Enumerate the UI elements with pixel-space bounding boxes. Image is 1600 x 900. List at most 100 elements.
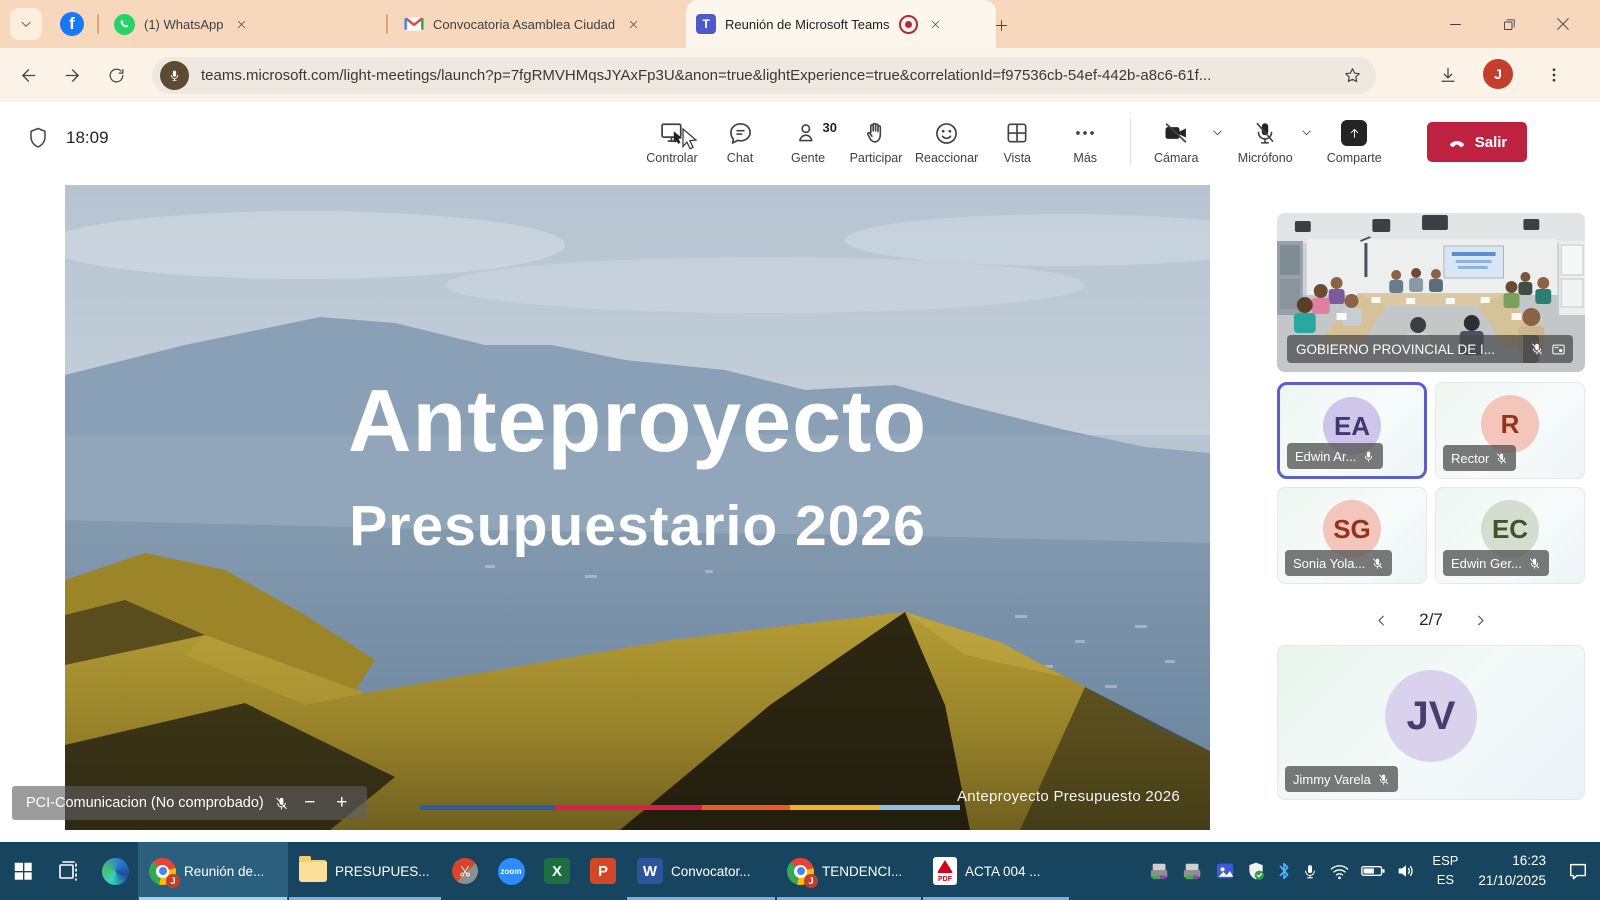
task-view-button[interactable] [46,842,92,900]
snipping-tool-icon[interactable] [442,842,488,900]
whatsapp-icon [114,14,135,35]
video-settings-icon [1551,342,1566,357]
gente-button[interactable]: 30 Gente [779,110,837,165]
avatar: JV [1385,670,1477,762]
meeting-elapsed-time: 18:09 [66,128,109,148]
forward-button[interactable] [56,59,88,91]
clock-date: 21/10/2025 [1478,871,1546,891]
taskbar-app-word-convocatoria[interactable]: W Convocator... [626,842,776,900]
people-count: 30 [823,120,837,135]
reload-button[interactable] [100,59,132,91]
mic-off-icon [1495,452,1508,465]
edge-icon[interactable] [92,842,138,900]
participant-tile-jimmy[interactable]: JV Jimmy Varela [1277,645,1585,800]
participant-tile-edwin-ar[interactable]: EA Edwin Ar... [1277,382,1427,479]
chat-button[interactable]: Chat [711,110,769,165]
volume-icon[interactable] [1396,862,1416,880]
language-code: ESP [1432,852,1458,871]
facebook-icon: f [69,14,75,34]
comparte-button[interactable]: Comparte [1325,110,1383,165]
participant-tile-rector[interactable]: R Rector [1435,382,1585,479]
participant-tile-edwin-ger[interactable]: EC Edwin Ger... [1435,487,1585,584]
pdf-icon: PDF [933,857,957,885]
zoom-out-button[interactable]: − [299,792,321,814]
presenter-name: PCI-Comunicacion (No comprobado) [26,795,264,811]
back-button[interactable] [12,59,44,91]
pager-next-icon[interactable] [1469,608,1493,632]
microfono-options-chevron-icon[interactable] [1300,126,1313,139]
zoom-in-button[interactable]: + [331,792,353,814]
participant-name-pill: Sonia Yola... [1285,550,1392,576]
url-text: teams.microsoft.com/light-meetings/launc… [201,67,1331,84]
tab-teams-label: Reunión de Microsoft Teams [725,17,890,32]
start-button[interactable] [0,842,46,900]
vista-button[interactable]: Vista [988,110,1046,165]
tab-teams-active[interactable]: T Reunión de Microsoft Teams [686,0,996,48]
photos-tray-icon[interactable] [1215,862,1235,880]
tab-divider [97,14,99,34]
windows-taskbar: J Reunión de... PRESUPUES... zoom X P W … [0,842,1600,900]
browser-profile-avatar[interactable]: J [1483,59,1513,89]
excel-icon[interactable]: X [534,842,580,900]
tab-gmail-close-icon[interactable] [624,15,642,33]
word-icon: W [637,858,663,884]
new-tab-button[interactable] [988,12,1014,38]
slide-title-line2: Presupuestario 2026 [65,493,1210,559]
taskbar-app-chrome-tendencias[interactable]: J TENDENCI... [776,842,922,900]
language-indicator[interactable]: ESP ES [1422,842,1468,900]
chrome-icon: J [787,858,814,885]
slide-title-line1: Anteproyecto [65,377,1210,465]
taskbar-clock[interactable]: 16:23 21/10/2025 [1468,842,1556,900]
powerpoint-icon[interactable]: P [580,842,626,900]
bluetooth-icon[interactable] [1277,861,1291,881]
browser-menu-icon[interactable] [1538,59,1570,91]
salir-button[interactable]: Salir [1427,122,1527,162]
window-minimize-button[interactable] [1442,11,1468,37]
wifi-icon[interactable] [1329,863,1350,880]
teams-meeting-header: 18:09 Controlar Chat 30 Gente Participar [0,102,1600,183]
tab-gmail[interactable]: Convocatoria Asamblea Ciudad [394,0,696,48]
camara-options-chevron-icon[interactable] [1211,126,1224,139]
participant-name-pill: Edwin Ger... [1443,550,1549,576]
presenter-mic-off-icon [274,796,289,811]
device-tray-icon[interactable] [1182,861,1204,881]
shared-presentation-slide[interactable]: Anteproyecto Presupuestario 2026 Antepro… [65,185,1210,830]
taskbar-app-presupues-folder[interactable]: PRESUPUES... [288,842,442,900]
pager-prev-icon[interactable] [1369,608,1393,632]
microphone-tray-icon[interactable] [1302,862,1318,881]
reaccionar-button[interactable]: Reaccionar [915,110,978,165]
tab-search-button[interactable] [10,8,42,40]
microfono-button[interactable]: Micrófono [1236,110,1294,165]
shield-icon [26,126,50,150]
window-restore-button[interactable] [1496,11,1522,37]
site-mic-permission-icon[interactable] [160,61,189,90]
action-center-icon[interactable] [1556,842,1600,900]
mic-off-icon [1371,557,1384,570]
url-bar[interactable]: teams.microsoft.com/light-meetings/launc… [152,57,1376,94]
facebook-pinned-tab[interactable]: f [60,12,84,36]
participant-tile-sonia[interactable]: SG Sonia Yola... [1277,487,1427,584]
taskbar-app-pdf-acta[interactable]: PDF ACTA 004 ... [922,842,1070,900]
slide-stripe [790,805,880,810]
mic-on-icon [1362,450,1375,463]
controlar-button[interactable]: Controlar [643,110,701,165]
clock-time: 16:23 [1512,851,1546,871]
taskbar-app-teams-meeting[interactable]: J Reunión de... [138,842,288,900]
window-close-button[interactable] [1550,11,1576,37]
downloads-icon[interactable] [1432,59,1464,91]
zoom-app-icon[interactable]: zoom [488,842,534,900]
battery-icon[interactable] [1361,864,1385,878]
mas-button[interactable]: Más [1056,110,1114,165]
security-shield-icon[interactable] [1246,861,1266,881]
tab-whatsapp[interactable]: (1) WhatsApp [104,0,402,48]
tab-divider [386,14,388,34]
participar-button[interactable]: Participar [847,110,905,165]
tab-teams-close-icon[interactable] [927,15,945,33]
tab-whatsapp-label: (1) WhatsApp [144,17,223,32]
main-video-tile[interactable]: GOBIERNO PROVINCIAL DE I... [1277,213,1585,372]
camara-button[interactable]: Cámara [1147,110,1205,165]
device-tray-icon[interactable] [1149,861,1171,881]
slide-stripe [555,805,702,810]
bookmark-star-icon[interactable] [1343,66,1362,85]
tab-whatsapp-close-icon[interactable] [232,15,250,33]
